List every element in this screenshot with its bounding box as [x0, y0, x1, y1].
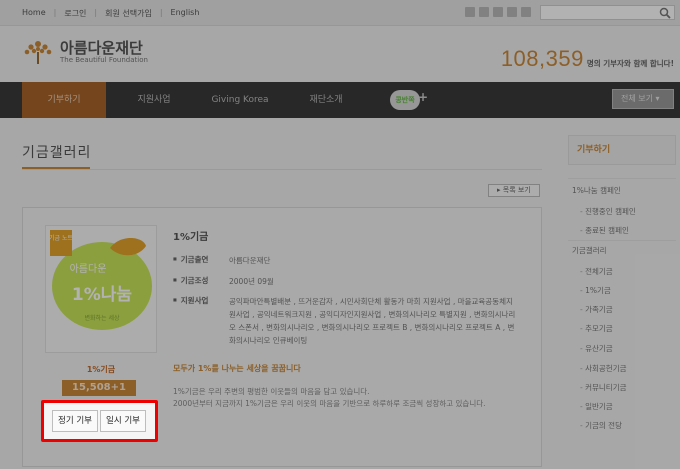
info-label: 지원사업: [173, 295, 225, 306]
info-value: 아름다운재단: [229, 256, 271, 265]
fund-description: 1%기금은 우리 주변의 평범한 이웃들의 마음을 담고 있습니다. 2000년…: [173, 386, 523, 410]
sidebar-item-family[interactable]: 가족기금: [580, 304, 613, 315]
fund-thumbnail: 기금 노트 아름다운 1%나눔 변화하는 세상: [48, 228, 156, 350]
sidebar-divider: [568, 178, 676, 179]
sidebar-item-general[interactable]: 일반기금: [580, 401, 613, 412]
social-links: [465, 7, 531, 17]
top-bar: Home | 로그인 | 회원 선택가입 | English: [0, 0, 680, 26]
search-icon[interactable]: [659, 7, 671, 19]
nav-item-support[interactable]: 지원사업: [112, 82, 196, 118]
donor-counter: 108,359 명의 기부자와 함께 합니다!: [501, 46, 674, 72]
top-nav-home[interactable]: Home: [22, 8, 46, 19]
title-underline: [22, 167, 90, 169]
regular-donation-button[interactable]: 정기 기부: [52, 410, 98, 432]
logo-text: 아름다운재단 The Beautiful Foundation: [60, 40, 148, 64]
sidebar-item-ongoing[interactable]: 진행중인 캠페인: [580, 206, 636, 217]
facebook-icon[interactable]: [465, 7, 475, 17]
sidebar-item-campaign[interactable]: 1%나눔 캠페인: [572, 185, 621, 196]
mail-icon[interactable]: [521, 7, 531, 17]
thumb-tag: 기금 노트: [49, 234, 73, 242]
info-label: 기금출연: [173, 254, 225, 265]
thumb-top: 아름다운: [70, 263, 107, 275]
sidebar-item-legacy[interactable]: 유산기금: [580, 343, 613, 354]
info-label: 기금조성: [173, 275, 225, 286]
view-all-label: 전체 보기: [621, 94, 653, 103]
divider: |: [53, 8, 57, 17]
logo-korean: 아름다운재단: [60, 39, 143, 57]
blog-icon[interactable]: [493, 7, 503, 17]
info-value: 2000년 09월: [229, 277, 274, 286]
arrow-right-icon: ▸: [497, 186, 501, 194]
view-all-button[interactable]: 전체 보기 ▾: [612, 89, 674, 109]
thumb-main: 1%나눔: [72, 285, 133, 305]
sidebar-divider: [568, 240, 676, 241]
chevron-down-icon: ▾: [655, 94, 660, 103]
sidebar-item-1percent[interactable]: 1%기금: [580, 285, 611, 296]
sidebar-header[interactable]: 기부하기: [568, 135, 676, 165]
top-nav-signup[interactable]: 회원 선택가입: [105, 8, 152, 19]
donor-count-text: 명의 기부자와 함께 합니다!: [586, 59, 674, 68]
top-nav-login[interactable]: 로그인: [64, 8, 86, 19]
main-nav: 기부하기 지원사업 Giving Korea 재단소개 콩반쪽 +: [0, 82, 680, 118]
page-title: 기금갤러리: [22, 145, 92, 161]
divider: |: [94, 8, 98, 17]
fund-name: 1%기금: [86, 365, 116, 374]
youtube-icon[interactable]: [507, 7, 517, 17]
tree-logo-icon: [24, 41, 52, 64]
logo[interactable]: 아름다운재단 The Beautiful Foundation: [22, 38, 148, 66]
list-button-label: 목록 보기: [502, 186, 531, 194]
sidebar-item-hall[interactable]: 기금의 전당: [580, 420, 622, 431]
sidebar-item-ended[interactable]: 종료된 캠페인: [580, 225, 629, 236]
title-rule: [22, 169, 542, 170]
header: 아름다운재단 The Beautiful Foundation 108,359 …: [0, 26, 680, 82]
sidebar-item-memorial[interactable]: 추모기금: [580, 323, 613, 334]
page: Home | 로그인 | 회원 선택가입 | English 아름다운재단 Th…: [0, 0, 680, 469]
fund-count: 15,508+1: [62, 380, 136, 396]
fund-title: 1%기금: [173, 232, 209, 243]
divider: |: [159, 8, 163, 17]
twitter-icon[interactable]: [479, 7, 489, 17]
list-button[interactable]: ▸ 목록 보기: [488, 184, 540, 197]
onetime-donation-button[interactable]: 일시 기부: [100, 410, 146, 432]
search-input[interactable]: [540, 5, 675, 20]
logo-english: The Beautiful Foundation: [60, 56, 148, 64]
sidebar-item-gallery[interactable]: 기금갤러리: [572, 245, 607, 256]
desc-line: 1%기금은 우리 주변의 평범한 이웃들의 마음을 담고 있습니다.: [173, 387, 370, 396]
top-nav: Home | 로그인 | 회원 선택가입 | English: [22, 8, 199, 19]
info-value: 공익파마안특별배분 , 뜨거운감자 , 시민사회단체 활동가 마희 지원사업 ,…: [229, 297, 516, 345]
thumb-sub: 변화하는 세상: [84, 314, 120, 322]
donor-count: 108,359: [500, 46, 584, 71]
nav-badge[interactable]: 콩반쪽: [390, 90, 420, 110]
nav-item-giving-korea[interactable]: Giving Korea: [198, 82, 282, 118]
fund-slogan: 모두가 1%를 나누는 세상을 꿈꿉니다: [173, 364, 301, 373]
nav-item-donate[interactable]: 기부하기: [22, 82, 106, 118]
fund-image: 기금 노트 아름다운 1%나눔 변화하는 세상: [45, 225, 157, 353]
sidebar-item-csr[interactable]: 사회공헌기금: [580, 363, 626, 374]
plus-icon: +: [418, 90, 429, 104]
nav-item-about[interactable]: 재단소개: [284, 82, 368, 118]
top-nav-english[interactable]: English: [171, 8, 200, 19]
sidebar-item-all[interactable]: 전체기금: [580, 266, 613, 277]
sidebar-item-community[interactable]: 커뮤니티기금: [580, 382, 626, 393]
desc-line: 2000년부터 지금까지 1%기금은 우리 이웃의 마음을 기반으로 하루하루 …: [173, 399, 486, 408]
